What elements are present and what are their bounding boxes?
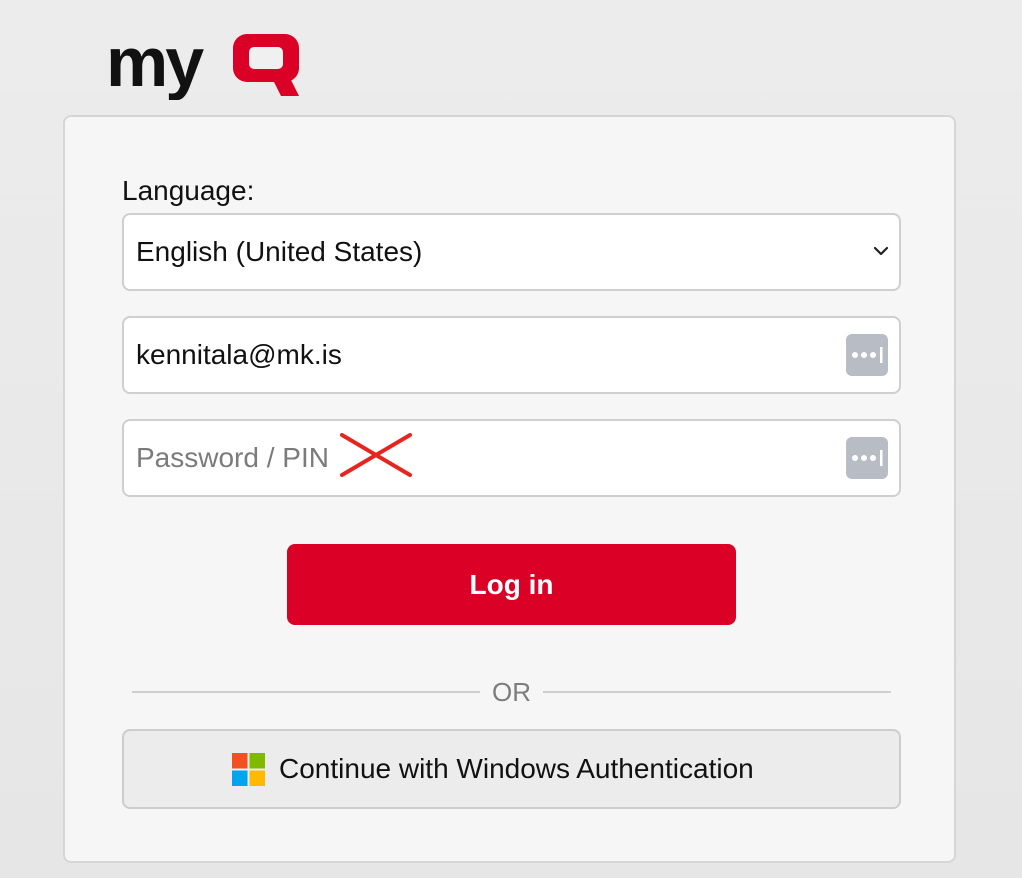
login-card: Language: English (United States) kennit… xyxy=(63,115,956,863)
password-placeholder: Password / PIN xyxy=(136,442,329,473)
login-button[interactable]: Log in xyxy=(287,544,736,625)
red-x-annotation xyxy=(338,432,414,478)
login-page: my Language: English (United States) ken… xyxy=(0,0,1022,878)
language-select[interactable]: English (United States) xyxy=(122,213,901,291)
password-field[interactable]: Password / PIN xyxy=(122,419,901,497)
windows-logo-icon xyxy=(232,753,265,786)
keychain-icon[interactable] xyxy=(846,334,888,376)
svg-text:my: my xyxy=(106,30,204,100)
chevron-down-icon xyxy=(871,241,891,261)
or-divider: OR xyxy=(132,675,891,709)
windows-auth-label: Continue with Windows Authentication xyxy=(279,753,754,784)
username-field[interactable]: kennitala@mk.is xyxy=(122,316,901,394)
username-value: kennitala@mk.is xyxy=(136,339,342,370)
divider-line-right xyxy=(543,691,891,693)
or-label: OR xyxy=(492,677,531,707)
divider-line-left xyxy=(132,691,480,693)
windows-auth-button[interactable]: Continue with Windows Authentication xyxy=(122,729,901,809)
myq-logo: my xyxy=(106,30,306,100)
keychain-icon[interactable] xyxy=(846,437,888,479)
language-selected-value: English (United States) xyxy=(136,236,423,267)
language-label: Language: xyxy=(122,175,255,206)
